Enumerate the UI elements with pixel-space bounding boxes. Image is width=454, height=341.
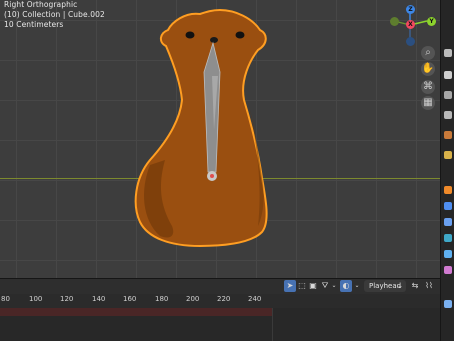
- view-layer-tab-icon[interactable]: [444, 111, 452, 119]
- output-tab-icon[interactable]: [444, 91, 452, 99]
- mascot-mesh[interactable]: [0, 0, 440, 278]
- scale-label: 10 Centimeters: [4, 20, 64, 29]
- frame-tick: 240: [248, 295, 262, 303]
- scene-tab-icon[interactable]: [444, 131, 452, 139]
- snap-dropdown-icon[interactable]: ⌄: [353, 280, 361, 292]
- gizmo-neg-y-axis[interactable]: [390, 17, 399, 26]
- physics-tab-icon[interactable]: [444, 234, 452, 242]
- data-tab-icon[interactable]: [444, 266, 452, 274]
- object-tab-icon[interactable]: [444, 186, 452, 194]
- timeline-settings-icon[interactable]: ⌇⌇: [422, 280, 436, 292]
- gizmo-neg-z-axis[interactable]: [406, 37, 415, 46]
- view-name: Right Orthographic: [4, 0, 78, 9]
- tool-tab-icon[interactable]: [444, 49, 452, 57]
- snap-icon[interactable]: ◐: [340, 280, 352, 292]
- navigation-gizmo[interactable]: Z Y X: [380, 4, 440, 46]
- right-eye: [235, 31, 245, 39]
- gizmo-y-axis[interactable]: Y: [427, 17, 436, 26]
- frame-tick: 220: [217, 295, 231, 303]
- chevron-down-icon: ⌄: [397, 282, 403, 290]
- end-frame-line: [272, 308, 273, 341]
- timeline-ruler[interactable]: 80 100 120 140 160 180 200 220 240: [0, 294, 440, 308]
- frame-tick: 80: [1, 295, 10, 303]
- gizmo-x-axis[interactable]: X: [406, 20, 415, 29]
- modifier-tab-icon[interactable]: [444, 202, 452, 210]
- frame-tick: 180: [155, 295, 169, 303]
- particles-tab-icon[interactable]: [444, 218, 452, 226]
- world-tab-icon[interactable]: [444, 151, 452, 159]
- collection-info: (10) Collection | Cube.002: [4, 10, 105, 19]
- gizmo-z-axis[interactable]: Z: [406, 5, 415, 14]
- frame-tick: 200: [186, 295, 200, 303]
- zoom-icon[interactable]: ⌕: [421, 46, 435, 60]
- link-icon[interactable]: ⇆: [410, 280, 420, 292]
- cursor-select-icon[interactable]: ➤: [284, 280, 296, 292]
- properties-tab-strip: [440, 0, 454, 341]
- frame-tick: 120: [60, 295, 74, 303]
- constraints-tab-icon[interactable]: [444, 250, 452, 258]
- frame-range-strip: [0, 308, 272, 316]
- grid-icon[interactable]: ▦: [421, 96, 435, 110]
- filter-dropdown-icon[interactable]: ⌄: [330, 280, 338, 292]
- nose: [210, 37, 218, 43]
- left-eye: [185, 31, 195, 39]
- box-select-icon[interactable]: ⬚: [296, 280, 308, 292]
- filter-icon[interactable]: ⛛: [320, 280, 330, 292]
- frame-tick: 100: [29, 295, 43, 303]
- render-tab-icon[interactable]: [444, 71, 452, 79]
- frame-tick: 140: [92, 295, 106, 303]
- 3d-viewport[interactable]: Right Orthographic (10) Collection | Cub…: [0, 0, 440, 278]
- material-tab-icon[interactable]: [444, 300, 452, 308]
- frame-tick: 160: [123, 295, 137, 303]
- select-mode-icon[interactable]: ▣: [308, 280, 318, 292]
- hand-pan-icon[interactable]: ✋: [421, 62, 435, 76]
- playhead-dropdown[interactable]: Playhead ⌄: [364, 280, 406, 292]
- camera-icon[interactable]: ⌘: [421, 80, 435, 94]
